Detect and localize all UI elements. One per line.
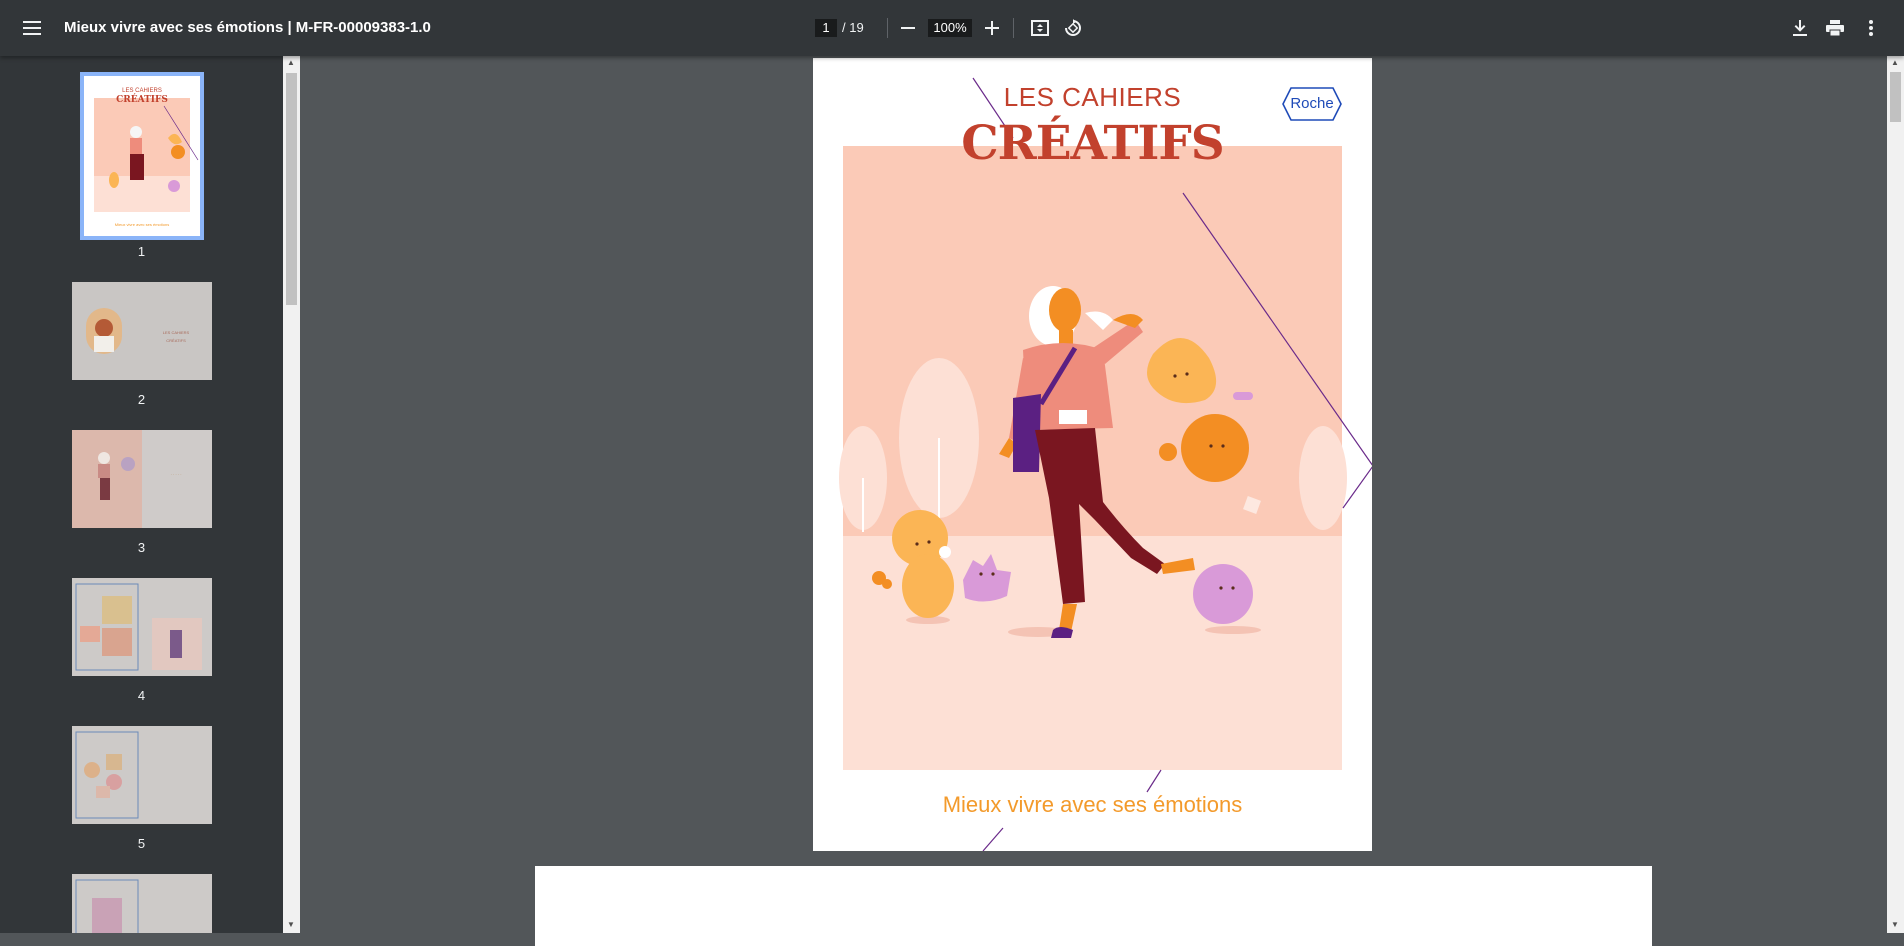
fit-page-icon[interactable] [1024, 12, 1056, 44]
page-total: / 19 [842, 20, 864, 35]
pdf-page-2 [535, 866, 1652, 946]
thumbnail-number: 2 [137, 392, 146, 407]
page-thumbnail-4[interactable] [72, 578, 212, 676]
cover-illustration [839, 77, 1372, 851]
main-scrollbar[interactable] [1887, 56, 1904, 933]
page-number-input[interactable]: 1 [815, 19, 837, 37]
main-scrollbar-thumb[interactable] [1890, 72, 1901, 122]
toolbar-divider [887, 18, 888, 38]
zoom-out-icon[interactable] [892, 12, 924, 44]
cover-subtitle: Mieux vivre avec ses émotions [942, 792, 1243, 817]
pdf-toolbar: Mieux vivre avec ses émotions | M-FR-000… [0, 0, 1904, 56]
cover-title-line2: CRÉATIFS [961, 116, 1224, 171]
zoom-in-icon[interactable] [976, 12, 1008, 44]
more-vert-icon[interactable] [1855, 12, 1887, 44]
thumbnail-sidebar: LES CAHIERS CRÉATIFS Mieux vivre avec se… [0, 56, 283, 933]
hamburger-menu-icon[interactable] [16, 12, 48, 44]
scroll-down-arrow-icon[interactable]: ▼ [287, 920, 295, 929]
thumbnail-number: 3 [137, 540, 146, 555]
zoom-level-input[interactable]: 100% [928, 19, 972, 37]
pdf-page-1: LES CAHIERS CRÉATIFS Roche Mieux vivre a… [813, 58, 1372, 851]
toolbar-divider [1013, 18, 1014, 38]
sidebar-scrollbar-thumb[interactable] [286, 73, 297, 305]
page-thumbnail-2[interactable]: LES CAHIERS CRÉATIFS [72, 282, 212, 380]
page-thumbnail-6[interactable] [72, 874, 212, 933]
page-thumbnail-1[interactable]: LES CAHIERS CRÉATIFS Mieux vivre avec se… [80, 72, 204, 240]
svg-text:Mieux vivre avec ses émotions: Mieux vivre avec ses émotions [115, 222, 169, 227]
svg-text:CRÉATIFS: CRÉATIFS [116, 93, 168, 105]
svg-text:· · · · ·: · · · · · [170, 472, 181, 477]
thumbnail-number: 4 [137, 688, 146, 703]
thumbnail-number: 1 [137, 244, 146, 259]
scroll-down-arrow-icon[interactable]: ▼ [1891, 920, 1899, 929]
svg-text:LES CAHIERS: LES CAHIERS [122, 88, 162, 94]
svg-text:LES CAHIERS: LES CAHIERS [163, 330, 190, 335]
svg-text:CRÉATIFS: CRÉATIFS [166, 338, 186, 343]
scroll-up-arrow-icon[interactable]: ▲ [287, 58, 295, 67]
document-title: Mieux vivre avec ses émotions | M-FR-000… [64, 19, 431, 36]
thumbnail-number: 5 [137, 836, 146, 851]
rotate-icon[interactable] [1057, 12, 1089, 44]
page-thumbnail-3[interactable]: · · · · · [72, 430, 212, 528]
print-icon[interactable] [1819, 12, 1851, 44]
page-thumbnail-5[interactable] [72, 726, 212, 824]
roche-logo: Roche [1290, 95, 1334, 112]
scroll-up-arrow-icon[interactable]: ▲ [1891, 58, 1899, 67]
download-icon[interactable] [1784, 12, 1816, 44]
